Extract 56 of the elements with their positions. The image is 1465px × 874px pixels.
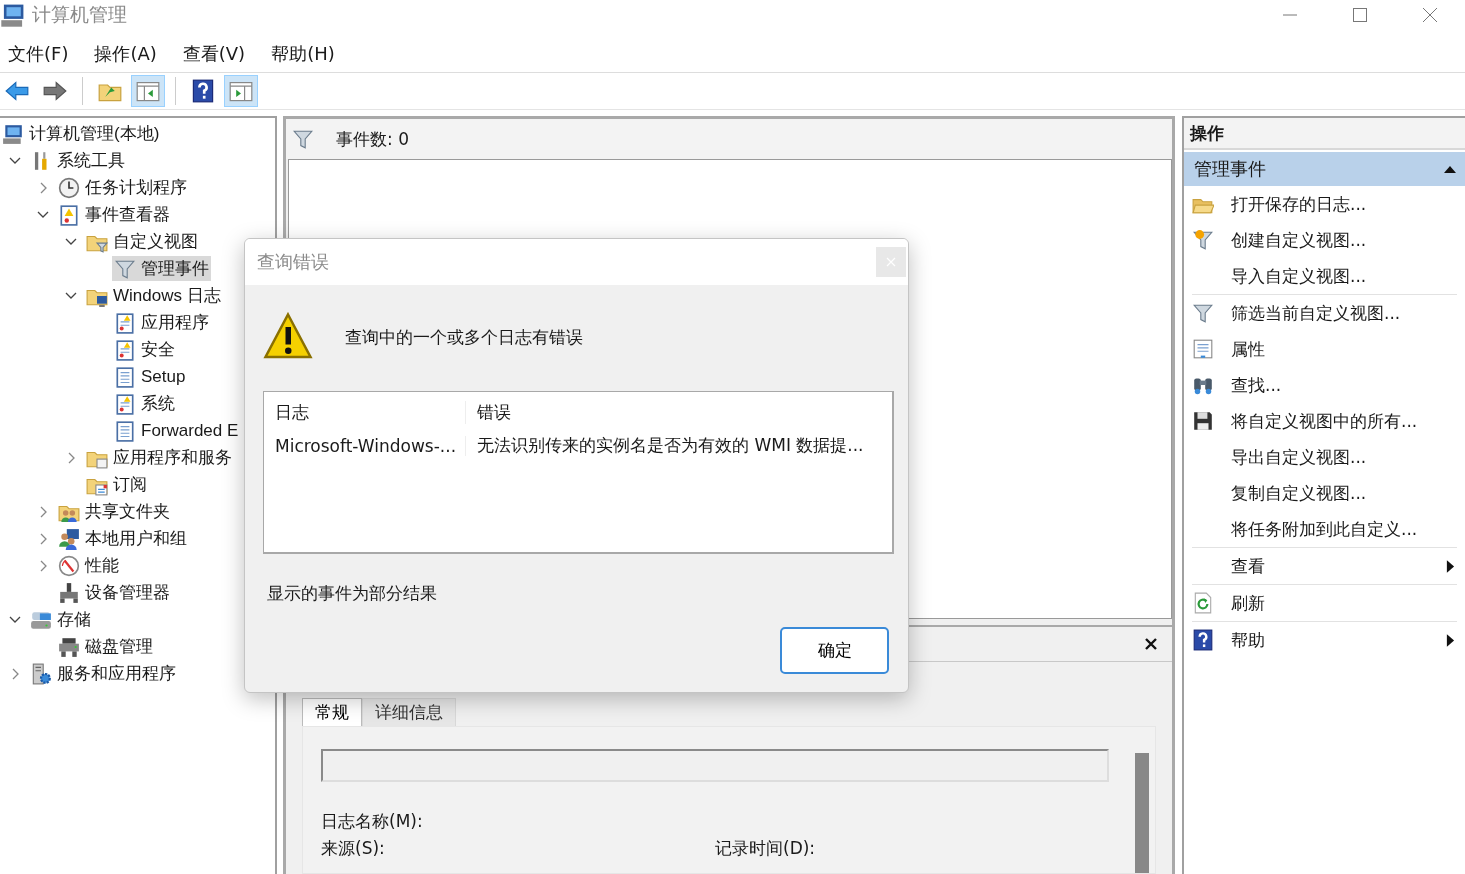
tree-item[interactable]: 应用程序和服务 (84, 445, 234, 470)
menu-item[interactable]: 帮助(H) (263, 42, 343, 66)
menu-item[interactable]: 查看(V) (174, 42, 254, 66)
tree-item[interactable]: 共享文件夹 (56, 499, 172, 524)
action-item[interactable]: 查找... (1184, 367, 1465, 403)
menu-item[interactable]: 文件(F) (0, 42, 77, 66)
error-message: 查询中的一个或多个日志有错误 (345, 325, 583, 349)
tree-item[interactable]: 订阅 (84, 472, 149, 497)
section-title: 管理事件 (1194, 157, 1266, 181)
tree-item[interactable]: 服务和应用程序 (28, 661, 178, 686)
ok-button[interactable]: 确定 (780, 627, 889, 674)
event-count-label: 事件数: 0 (336, 127, 409, 151)
action-item[interactable]: 创建自定义视图... (1184, 222, 1465, 258)
action-item[interactable]: 导入自定义视图... (1184, 258, 1465, 294)
tree-item[interactable]: Windows 日志 (84, 283, 223, 308)
window-title: 计算机管理 (32, 2, 127, 27)
tree-item[interactable]: 存储 (28, 607, 93, 632)
field-label: 记录时间(D): (715, 837, 817, 860)
table-cell-text: 无法识别传来的实例名是否为有效的 WMI 数据提... (476, 434, 864, 457)
tree-item[interactable]: 管理事件 (112, 256, 211, 281)
tree-item[interactable]: Forwarded E (112, 418, 241, 443)
tree-item[interactable]: 系统工具 (28, 148, 127, 173)
column-header[interactable]: 日志 (264, 401, 466, 424)
tree-item[interactable]: 事件查看器 (56, 202, 172, 227)
tree-item[interactable]: 性能 (56, 553, 121, 578)
tree-item[interactable]: 系统 (112, 391, 177, 416)
pane-title: 操作 (1184, 118, 1465, 150)
table-cell: Microsoft-Windows-... (264, 435, 466, 456)
tree-item[interactable]: 自定义视图 (84, 229, 200, 254)
action-item[interactable]: 帮助 (1184, 622, 1465, 658)
action-item[interactable]: 打开保存的日志... (1184, 186, 1465, 222)
action-item[interactable]: 导出自定义视图... (1184, 439, 1465, 475)
field-label: 日志名称(M): (321, 809, 424, 833)
section-header[interactable]: 管理事件 (1184, 152, 1465, 186)
action-item[interactable]: 属性 (1184, 331, 1465, 367)
tree-item[interactable]: 任务计划程序 (56, 175, 189, 200)
action-item[interactable]: 查看 (1184, 548, 1465, 584)
tree-item[interactable]: 计算机管理(本地) (0, 121, 162, 146)
dialog-title: 查询错误 (257, 250, 329, 274)
tab[interactable]: 常规 (302, 698, 362, 726)
tree-item[interactable]: 安全 (112, 337, 177, 362)
action-item[interactable]: 将任务附加到此自定义... (1184, 511, 1465, 547)
menu-item[interactable]: 操作(A) (86, 42, 165, 66)
tab[interactable]: 详细信息 (362, 698, 456, 726)
tree-item[interactable]: 磁盘管理 (56, 634, 155, 659)
action-item[interactable]: 复制自定义视图... (1184, 475, 1465, 511)
tree-item[interactable]: 应用程序 (112, 310, 211, 335)
result-note: 显示的事件为部分结果 (266, 582, 438, 605)
action-item[interactable]: 筛选当前自定义视图... (1184, 295, 1465, 331)
field-label: 来源(S): (321, 837, 386, 860)
tree-item[interactable]: 设备管理器 (56, 580, 172, 605)
action-item[interactable]: 将自定义视图中的所有... (1184, 403, 1465, 439)
action-item[interactable]: 刷新 (1184, 585, 1465, 621)
column-header[interactable]: 错误 (466, 401, 511, 424)
tree-item[interactable]: 本地用户和组 (56, 526, 189, 551)
tree-item[interactable]: Setup (112, 364, 188, 389)
